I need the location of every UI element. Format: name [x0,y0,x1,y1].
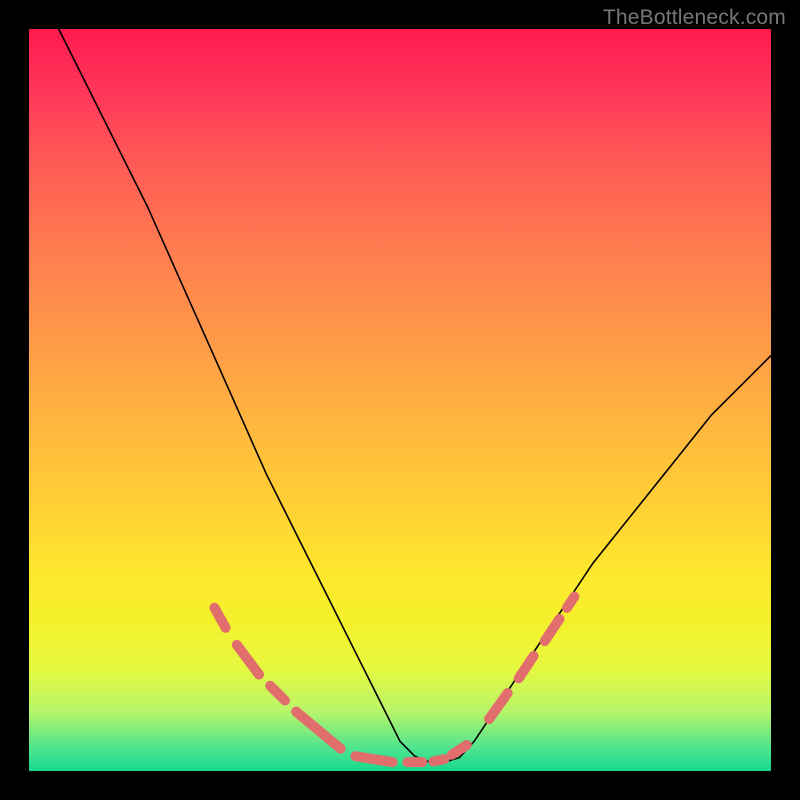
highlight-dash [433,759,444,761]
highlight-dash [296,712,341,749]
bottleneck-curve [29,0,771,762]
highlight-dash [489,693,508,719]
chart-plot-area [29,29,771,771]
highlight-dash [545,619,560,641]
chart-svg [29,29,771,771]
highlight-dash [519,656,534,678]
highlight-dashes [215,597,575,763]
highlight-dash [270,686,285,701]
highlight-dash [567,597,575,608]
watermark-text: TheBottleneck.com [603,6,786,30]
highlight-dash [237,645,259,675]
highlight-dash [215,608,226,628]
highlight-dash [452,745,467,755]
highlight-dash [356,756,393,762]
